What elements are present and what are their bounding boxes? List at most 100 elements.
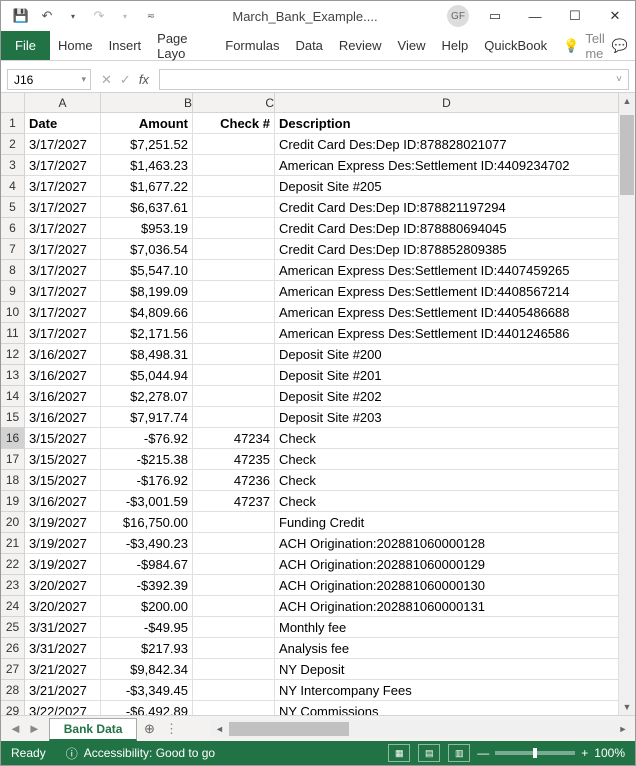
cell[interactable]: NY Commissions [275, 701, 619, 715]
tab-home[interactable]: Home [50, 31, 101, 60]
row-header[interactable]: 11 [1, 323, 24, 344]
row-header[interactable]: 16 [1, 428, 24, 449]
row-header[interactable]: 4 [1, 176, 24, 197]
table-row[interactable]: 3/20/2027$200.00ACH Origination:20288106… [25, 596, 619, 617]
cell[interactable]: -$176.92 [101, 470, 193, 490]
cell[interactable]: 3/31/2027 [25, 617, 101, 637]
horizontal-scrollbar[interactable]: ◄ ► [211, 720, 631, 737]
table-row[interactable]: 3/21/2027$9,842.34NY Deposit [25, 659, 619, 680]
cell[interactable]: $8,199.09 [101, 281, 193, 301]
table-row[interactable]: 3/17/2027$5,547.10American Express Des:S… [25, 260, 619, 281]
cell[interactable]: Check [275, 428, 619, 448]
cell[interactable]: Check [275, 491, 619, 511]
cell[interactable] [193, 302, 275, 322]
cell[interactable] [193, 596, 275, 616]
cell[interactable]: 47237 [193, 491, 275, 511]
cell[interactable] [193, 134, 275, 154]
cell[interactable]: Check [275, 470, 619, 490]
cell[interactable]: Deposit Site #200 [275, 344, 619, 364]
cell[interactable]: -$3,490.23 [101, 533, 193, 553]
table-row[interactable]: 3/17/2027$4,809.66American Express Des:S… [25, 302, 619, 323]
table-row[interactable]: 3/17/2027$8,199.09 American Express Des:S… [25, 281, 619, 302]
cell[interactable]: ACH Origination:202881060000129 [275, 554, 619, 574]
tab-page-layout[interactable]: Page Layo [149, 31, 217, 60]
cell[interactable]: 3/22/2027 [25, 701, 101, 715]
table-row[interactable]: 3/19/2027$16,750.00Funding Credit [25, 512, 619, 533]
cell[interactable] [193, 407, 275, 427]
cell[interactable]: 3/16/2027 [25, 491, 101, 511]
row-header[interactable]: 6 [1, 218, 24, 239]
cell[interactable]: 3/17/2027 [25, 239, 101, 259]
cell[interactable]: $7,251.52 [101, 134, 193, 154]
page-layout-view-icon[interactable]: ▤ [418, 744, 440, 762]
table-row[interactable]: 3/31/2027-$49.95Monthly fee [25, 617, 619, 638]
table-row[interactable]: 3/17/2027$7,036.54Credit Card Des:Dep ID… [25, 239, 619, 260]
cell[interactable] [193, 365, 275, 385]
scroll-left-icon[interactable]: ◄ [211, 724, 227, 734]
file-tab[interactable]: File [1, 31, 50, 60]
row-header[interactable]: 3 [1, 155, 24, 176]
cell[interactable]: ACH Origination:202881060000131 [275, 596, 619, 616]
vscroll-thumb[interactable] [620, 115, 634, 195]
row-header[interactable]: 7 [1, 239, 24, 260]
cell[interactable] [193, 638, 275, 658]
accessibility-status[interactable]: ⓘ Accessibility: Good to go [56, 745, 225, 762]
row-header[interactable]: 15 [1, 407, 24, 428]
cell[interactable]: -$3,349.45 [101, 680, 193, 700]
row-header[interactable]: 8 [1, 260, 24, 281]
sheet-next-icon[interactable]: ► [28, 721, 41, 736]
cell[interactable] [193, 533, 275, 553]
cell[interactable]: Credit Card Des:Dep ID:878828021077 [275, 134, 619, 154]
table-row[interactable]: 3/20/2027-$392.39ACH Origination:2028810… [25, 575, 619, 596]
cell[interactable]: 3/17/2027 [25, 302, 101, 322]
cell[interactable]: -$215.38 [101, 449, 193, 469]
cell[interactable]: 3/16/2027 [25, 344, 101, 364]
cell[interactable]: American Express Des:Settlement ID:44074… [275, 260, 619, 280]
cell[interactable]: American Express Des:Settlement ID:44085… [275, 281, 619, 301]
ribbon-display-icon[interactable]: ▭ [475, 1, 515, 31]
col-header-c[interactable]: C [193, 93, 275, 112]
cell[interactable]: Check # [193, 113, 275, 133]
page-break-view-icon[interactable]: ▥ [448, 744, 470, 762]
row-header[interactable]: 22 [1, 554, 24, 575]
cell[interactable] [193, 260, 275, 280]
cell[interactable]: 3/17/2027 [25, 281, 101, 301]
table-row[interactable]: 3/16/2027$8,498.31Deposit Site #200 [25, 344, 619, 365]
row-header[interactable]: 5 [1, 197, 24, 218]
cell[interactable]: 3/17/2027 [25, 176, 101, 196]
row-header[interactable]: 25 [1, 617, 24, 638]
cell[interactable]: 3/31/2027 [25, 638, 101, 658]
table-row[interactable]: 3/22/2027-$6,492.89NY Commissions [25, 701, 619, 715]
table-row[interactable]: 3/17/2027$2,171.56American Express Des:S… [25, 323, 619, 344]
undo-icon[interactable]: ↶ [35, 4, 59, 28]
row-header[interactable]: 24 [1, 596, 24, 617]
table-row[interactable]: 3/17/2027$953.19Credit Card Des:Dep ID:8… [25, 218, 619, 239]
zoom-slider[interactable] [495, 751, 575, 755]
table-row[interactable]: 3/17/2027$6,637.61Credit Card Des:Dep ID… [25, 197, 619, 218]
row-header[interactable]: 29 [1, 701, 24, 715]
cell[interactable]: 3/17/2027 [25, 260, 101, 280]
cell[interactable]: -$392.39 [101, 575, 193, 595]
cell[interactable] [193, 659, 275, 679]
redo-dropdown-icon[interactable]: ▾ [113, 4, 137, 28]
table-row[interactable]: 3/31/2027$217.93Analysis fee [25, 638, 619, 659]
scroll-right-icon[interactable]: ► [615, 724, 631, 734]
cell[interactable]: Deposit Site #202 [275, 386, 619, 406]
cell[interactable]: ACH Origination:202881060000128 [275, 533, 619, 553]
cell[interactable]: Credit Card Des:Dep ID:878880694045 [275, 218, 619, 238]
row-header[interactable]: 23 [1, 575, 24, 596]
sheet-tab-active[interactable]: Bank Data [49, 718, 138, 741]
enter-formula-icon[interactable]: ✓ [120, 72, 131, 88]
cell[interactable] [193, 554, 275, 574]
cell[interactable]: 47234 [193, 428, 275, 448]
cell[interactable]: 3/16/2027 [25, 365, 101, 385]
cell[interactable]: 3/19/2027 [25, 533, 101, 553]
cell[interactable]: $953.19 [101, 218, 193, 238]
cell[interactable]: $4,809.66 [101, 302, 193, 322]
customize-qat-icon[interactable]: ≂ [139, 4, 163, 28]
table-row[interactable]: 3/16/2027-$3,001.5947237Check [25, 491, 619, 512]
cell[interactable] [193, 386, 275, 406]
tab-view[interactable]: View [390, 31, 434, 60]
cell[interactable]: 3/20/2027 [25, 596, 101, 616]
cell[interactable]: NY Intercompany Fees [275, 680, 619, 700]
